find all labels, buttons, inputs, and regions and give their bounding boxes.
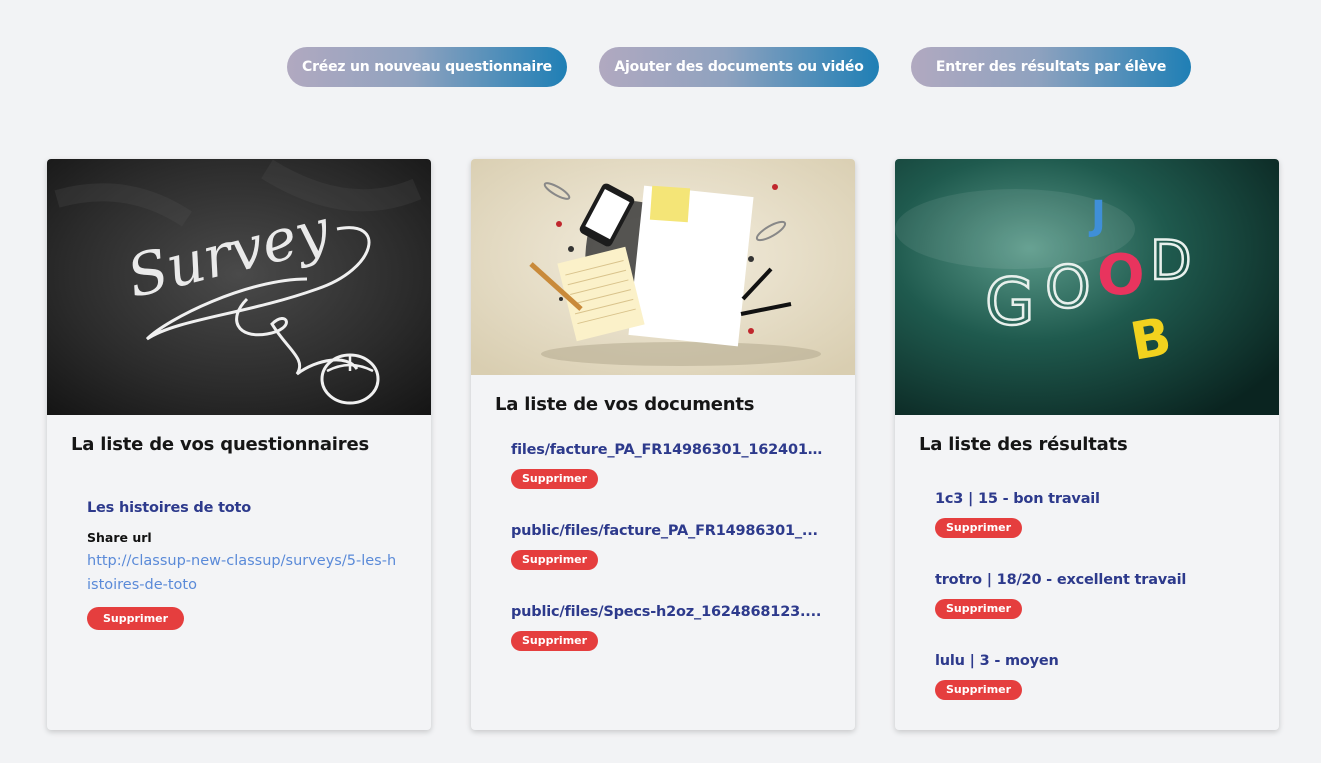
share-url-link[interactable]: http://classup-new-classup/surveys/5-les… <box>87 549 397 597</box>
surveys-card: Survey La liste de vos questionnaires Le… <box>47 159 431 730</box>
documents-card: La liste de vos documents files/facture_… <box>471 159 855 730</box>
document-item-link[interactable]: public/files/facture_PA_FR14986301_... <box>511 523 825 539</box>
delete-result-button[interactable]: Supprimer <box>935 518 1023 538</box>
survey-list: Les histoires de toto Share url http://c… <box>47 500 431 630</box>
document-item: public/files/facture_PA_FR14986301_... S… <box>511 523 825 570</box>
delete-result-button[interactable]: Supprimer <box>935 599 1023 619</box>
delete-document-button[interactable]: Supprimer <box>511 550 599 570</box>
survey-item-link[interactable]: Les histoires de toto <box>87 500 431 516</box>
document-item-link[interactable]: files/facture_PA_FR14986301_1624016... <box>511 442 825 458</box>
results-card-title: La liste des résultats <box>919 434 1128 455</box>
new-survey-button[interactable]: Créez un nouveau questionnaire <box>287 47 567 87</box>
documents-card-title: La liste de vos documents <box>495 394 755 415</box>
letter-j: J <box>1088 193 1106 239</box>
surveys-card-title: La liste de vos questionnaires <box>71 434 369 455</box>
share-url-label: Share url <box>87 530 152 545</box>
survey-chalkboard-image: Survey <box>47 159 431 415</box>
good-job-image: G O D J O B <box>895 159 1279 415</box>
documents-image <box>471 159 855 375</box>
survey-item: Les histoires de toto Share url http://c… <box>87 500 431 630</box>
document-item-link[interactable]: public/files/Specs-h2oz_1624868123.... <box>511 604 825 620</box>
result-item: 1c3 | 15 - bon travail Supprimer <box>935 491 1249 538</box>
results-list: 1c3 | 15 - bon travail Supprimer trotro … <box>895 491 1279 700</box>
document-item: public/files/Specs-h2oz_1624868123.... S… <box>511 604 825 651</box>
documents-list: files/facture_PA_FR14986301_1624016... S… <box>471 442 855 651</box>
result-item-link[interactable]: 1c3 | 15 - bon travail <box>935 491 1249 507</box>
results-card: G O D J O B La liste des résultats 1c3 |… <box>895 159 1279 730</box>
delete-result-button[interactable]: Supprimer <box>935 680 1023 700</box>
delete-survey-button[interactable]: Supprimer <box>87 607 185 630</box>
result-item-link[interactable]: trotro | 18/20 - excellent travail <box>935 572 1249 588</box>
letter-o: O <box>1097 243 1145 308</box>
delete-document-button[interactable]: Supprimer <box>511 631 599 651</box>
delete-document-button[interactable]: Supprimer <box>511 469 599 489</box>
result-item-link[interactable]: lulu | 3 - moyen <box>935 653 1249 669</box>
good-chalk-o: O <box>1045 253 1091 321</box>
top-actions: Créez un nouveau questionnaire Ajouter d… <box>0 47 1321 87</box>
good-chalk-d: D <box>1150 229 1192 292</box>
enter-results-button[interactable]: Entrer des résultats par élève <box>911 47 1191 87</box>
result-item: lulu | 3 - moyen Supprimer <box>935 653 1249 700</box>
document-item: files/facture_PA_FR14986301_1624016... S… <box>511 442 825 489</box>
add-documents-button[interactable]: Ajouter des documents ou vidéo <box>599 47 879 87</box>
result-item: trotro | 18/20 - excellent travail Suppr… <box>935 572 1249 619</box>
good-chalk-g: G <box>985 266 1035 340</box>
